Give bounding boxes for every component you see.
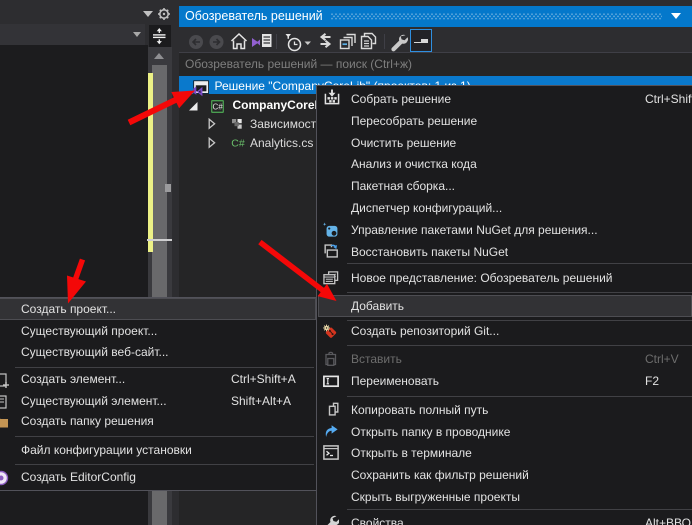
svg-text:C#: C# <box>231 138 245 149</box>
svg-text:C#: C# <box>212 102 223 111</box>
